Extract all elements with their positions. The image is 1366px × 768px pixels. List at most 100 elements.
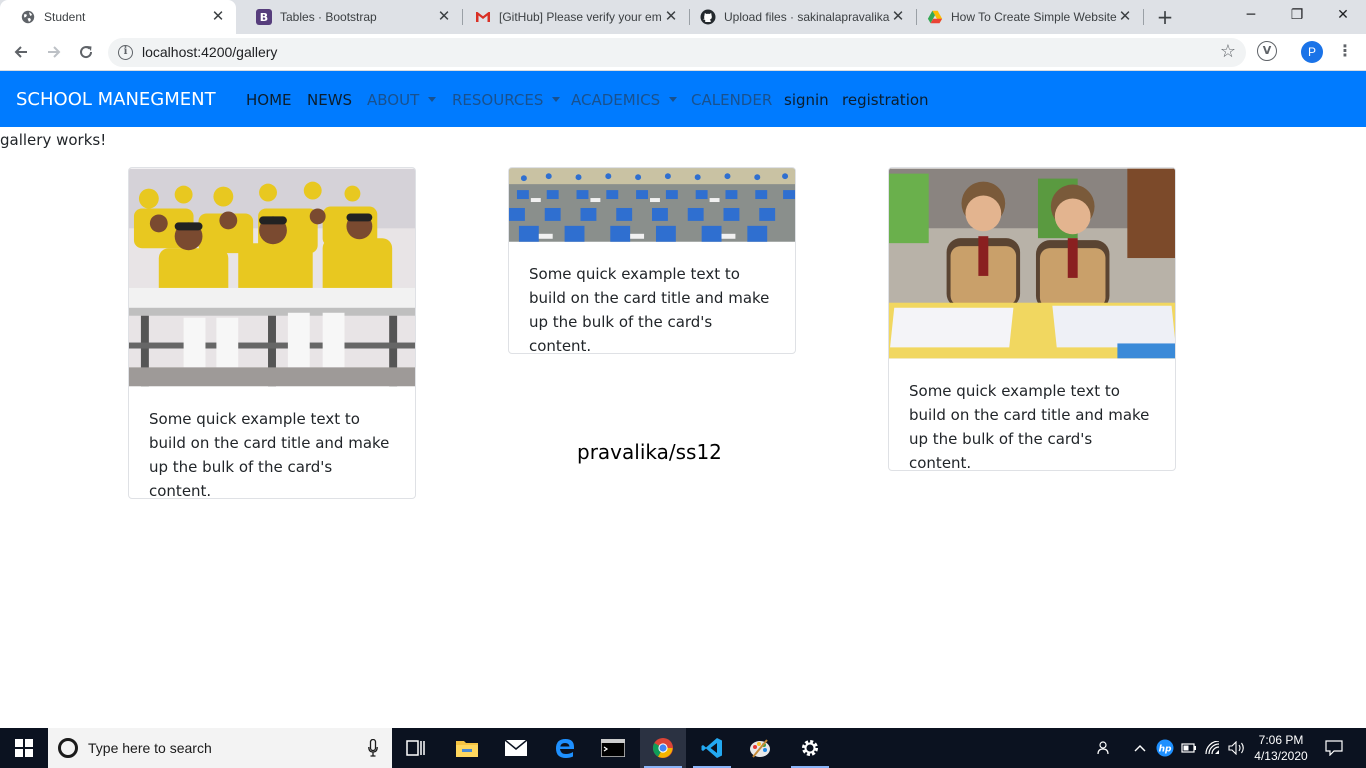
chevron-up-icon[interactable] xyxy=(1130,728,1150,768)
students-writing-exam-photo xyxy=(129,168,415,387)
hp-icon[interactable]: hp xyxy=(1154,728,1176,768)
card-text: Some quick example text to build on the … xyxy=(909,382,1150,471)
vscode-button[interactable] xyxy=(689,728,735,768)
arrow-left-icon xyxy=(14,46,27,58)
students-seated-on-floor-photo xyxy=(509,168,795,242)
search-placeholder: Type here to search xyxy=(88,740,212,756)
windows-taskbar: Type here to search hp 7:06 PM 4/13/2020 xyxy=(0,728,1366,768)
settings-button[interactable] xyxy=(787,728,833,768)
browser-tab-strip: Student ✕ B Tables · Bootstrap ✕ [GitHub… xyxy=(0,0,1366,34)
mail-icon xyxy=(505,740,527,756)
more-menu-icon[interactable]: ⋮ xyxy=(1337,41,1353,61)
file-explorer-button[interactable] xyxy=(444,728,490,768)
people-icon[interactable] xyxy=(1094,728,1116,768)
vscode-icon xyxy=(701,738,722,758)
close-tab-icon[interactable]: ✕ xyxy=(436,9,452,25)
gmail-icon xyxy=(475,9,491,25)
tab-simple-website[interactable]: How To Create Simple Website ✕ xyxy=(917,0,1143,34)
edge-icon xyxy=(556,739,574,758)
close-tab-icon[interactable]: ✕ xyxy=(1117,9,1133,25)
windows-logo-icon xyxy=(15,739,33,757)
footer-text: pravalika/ss12 xyxy=(577,440,722,464)
volume-icon[interactable] xyxy=(1226,728,1248,768)
edge-button[interactable] xyxy=(542,728,588,768)
nav-academics-dropdown[interactable]: ACADEMICS xyxy=(571,91,678,109)
caret-down-icon xyxy=(552,97,561,102)
tab-student[interactable]: Student ✕ xyxy=(0,0,236,34)
new-tab-button[interactable]: + xyxy=(1154,6,1176,28)
address-bar[interactable]: i localhost:4200/gallery ☆ xyxy=(108,38,1246,67)
chrome-icon xyxy=(652,738,673,758)
task-view-button[interactable] xyxy=(393,728,439,768)
globe-icon xyxy=(20,9,36,25)
gallery-card: Some quick example text to build on the … xyxy=(508,167,796,354)
nav-home-label: HOME xyxy=(246,91,292,109)
close-tab-icon[interactable]: ✕ xyxy=(663,9,679,25)
start-button[interactable] xyxy=(0,728,48,768)
nav-resources-dropdown[interactable]: RESOURCES xyxy=(452,91,561,109)
clock-date: 4/13/2020 xyxy=(1254,749,1308,763)
nav-home[interactable]: HOME xyxy=(246,91,292,109)
two-boys-at-desk-photo xyxy=(889,168,1175,359)
tab-title: Student xyxy=(44,10,86,24)
action-center-icon[interactable] xyxy=(1320,728,1348,768)
site-navbar: SCHOOL MANEGMENT HOME NEWS ABOUT RESOURC… xyxy=(0,71,1366,127)
tab-upload-files[interactable]: Upload files · sakinalapravalika ✕ xyxy=(690,0,916,34)
nav-calender-label: CALENDER xyxy=(691,91,773,109)
back-button[interactable] xyxy=(9,40,33,64)
nav-news-label: NEWS xyxy=(307,91,353,109)
profile-avatar[interactable]: P xyxy=(1301,41,1323,63)
nav-resources-label: RESOURCES xyxy=(452,91,544,109)
svg-text:hp: hp xyxy=(1159,745,1172,755)
terminal-icon xyxy=(601,739,625,757)
microphone-icon[interactable] xyxy=(368,739,378,757)
cortana-icon xyxy=(58,738,78,758)
battery-icon[interactable] xyxy=(1178,728,1200,768)
wifi-icon[interactable] xyxy=(1203,728,1225,768)
caret-down-icon xyxy=(669,97,678,102)
tab-tables-bootstrap[interactable]: B Tables · Bootstrap ✕ xyxy=(236,0,462,34)
nav-academics-label: ACADEMICS xyxy=(571,91,661,109)
nav-news[interactable]: NEWS xyxy=(307,91,352,109)
paint-button[interactable] xyxy=(737,728,783,768)
close-tab-icon[interactable]: ✕ xyxy=(890,9,906,25)
taskbar-clock[interactable]: 7:06 PM 4/13/2020 xyxy=(1250,732,1312,764)
tab-separator xyxy=(1143,9,1144,25)
tab-title: How To Create Simple Website xyxy=(951,10,1117,24)
tab-github-verify[interactable]: [GitHub] Please verify your em ✕ xyxy=(463,0,689,34)
github-icon xyxy=(700,9,716,25)
info-icon[interactable]: i xyxy=(118,45,133,60)
tab-title: [GitHub] Please verify your em xyxy=(499,10,662,24)
nav-calender[interactable]: CALENDER xyxy=(691,91,772,109)
bootstrap-icon: B xyxy=(256,9,272,25)
close-tab-icon[interactable]: ✕ xyxy=(210,9,226,25)
nav-signin[interactable]: signin xyxy=(784,91,829,109)
forward-button[interactable] xyxy=(42,40,66,64)
arrow-right-icon xyxy=(48,46,61,58)
browser-toolbar: i localhost:4200/gallery ☆ xyxy=(0,34,1366,71)
close-window-button[interactable]: ✕ xyxy=(1328,4,1358,26)
taskbar-search-box[interactable]: Type here to search xyxy=(48,728,392,768)
nav-registration[interactable]: registration xyxy=(842,91,929,109)
minimize-button[interactable]: ─ xyxy=(1236,4,1266,26)
chrome-button[interactable] xyxy=(640,728,686,768)
gallery-heading: gallery works! xyxy=(0,131,107,149)
caret-down-icon xyxy=(428,97,437,102)
navbar-brand[interactable]: SCHOOL MANEGMENT xyxy=(16,89,216,110)
gallery-card: Some quick example text to build on the … xyxy=(888,167,1176,471)
nav-about-dropdown[interactable]: ABOUT xyxy=(367,91,437,109)
bookmark-star-icon[interactable]: ☆ xyxy=(1220,41,1236,62)
extension-v-icon[interactable]: V xyxy=(1257,41,1277,61)
restore-button[interactable]: ❐ xyxy=(1282,4,1312,26)
reload-icon xyxy=(80,46,93,59)
gallery-card: Some quick example text to build on the … xyxy=(128,167,416,499)
svg-text:B: B xyxy=(260,11,268,24)
mail-button[interactable] xyxy=(493,728,539,768)
gear-icon xyxy=(802,740,818,756)
paint-palette-icon xyxy=(750,739,770,758)
nav-about-label: ABOUT xyxy=(367,91,420,109)
reload-button[interactable] xyxy=(74,40,98,64)
clock-time: 7:06 PM xyxy=(1258,733,1304,747)
url-text: localhost:4200/gallery xyxy=(142,44,278,60)
terminal-button[interactable] xyxy=(590,728,636,768)
